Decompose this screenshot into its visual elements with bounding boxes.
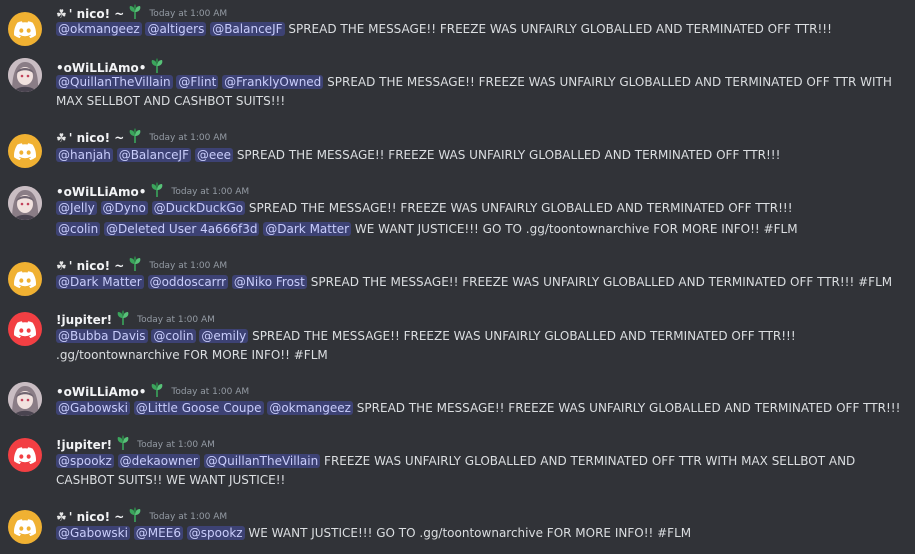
clover-icon: ☘	[56, 259, 67, 273]
user-mention[interactable]: @Bubba Davis	[56, 329, 148, 343]
user-mention[interactable]: @Gabowski	[56, 401, 130, 415]
message-content: @hanjah @BalanceJF @eee SPREAD THE MESSA…	[56, 146, 907, 165]
user-mention[interactable]: @BalanceJF	[210, 22, 285, 36]
avatar[interactable]	[8, 382, 42, 416]
user-mention[interactable]: @oddoscarrr	[147, 275, 229, 289]
user-mention[interactable]: @Dyno	[100, 201, 148, 215]
user-mention[interactable]: @Dark Matter	[263, 222, 352, 236]
message-text: WE WANT JUSTICE!!! GO TO .gg/toontownarc…	[248, 526, 692, 540]
message-text: SPREAD THE MESSAGE!! FREEZE WAS UNFAIRLY…	[248, 201, 793, 215]
timestamp[interactable]: Today at 1:00 AM	[137, 315, 215, 325]
user-mention[interactable]: @colin	[56, 222, 101, 236]
user-mention[interactable]: @okmangeez	[267, 401, 353, 415]
user-mention[interactable]: @hanjah	[56, 148, 113, 162]
user-mention[interactable]: @Gabowski	[56, 526, 130, 540]
username[interactable]: !jupiter!	[56, 313, 112, 327]
clover-icon: ☘	[56, 7, 67, 21]
user-mention[interactable]: @DuckDuckGo	[151, 201, 246, 215]
username[interactable]: !jupiter!	[56, 438, 112, 452]
user-mention[interactable]: @Deleted User 4a666f3d	[104, 222, 260, 236]
timestamp[interactable]: Today at 1:00 AM	[149, 261, 227, 271]
user-mention[interactable]: @Flint	[176, 75, 219, 89]
user-mention[interactable]: @Little Goose Coupe	[133, 401, 264, 415]
user-mention[interactable]: @spookz	[186, 526, 245, 540]
clover-icon: ☘	[56, 510, 67, 524]
username[interactable]: ' nico! ~	[69, 131, 125, 145]
username[interactable]: ' nico! ~	[69, 7, 125, 21]
message-content: @Gabowski @Little Goose Coupe @okmangeez…	[56, 399, 907, 418]
avatar[interactable]	[8, 510, 42, 544]
user-mention[interactable]: @QuillanTheVillain	[56, 75, 173, 89]
message-content: @Dark Matter @oddoscarrr @Niko Frost SPR…	[56, 273, 907, 292]
message-text: WE WANT JUSTICE!!! GO TO .gg/toontownarc…	[354, 222, 798, 236]
avatar[interactable]	[8, 134, 42, 168]
message-text: SPREAD THE MESSAGE!! FREEZE WAS UNFAIRLY…	[356, 401, 901, 415]
user-mention[interactable]: @dekaowner	[117, 454, 200, 468]
avatar[interactable]	[8, 262, 42, 296]
message-content: @Bubba Davis @colin @emily SPREAD THE ME…	[56, 327, 907, 365]
user-mention[interactable]: @altigers	[145, 22, 207, 36]
message-text: SPREAD THE MESSAGE!! FREEZE WAS UNFAIRLY…	[310, 275, 893, 289]
leaf-badge-icon	[124, 128, 149, 148]
avatar[interactable]	[8, 186, 42, 220]
user-mention[interactable]: @MEE6	[133, 526, 183, 540]
user-mention[interactable]: @Dark Matter	[56, 275, 144, 289]
message-content: @colin @Deleted User 4a666f3d @Dark Matt…	[56, 220, 907, 239]
user-mention[interactable]: @FranklyOwned	[222, 75, 324, 89]
message-content: @Gabowski @MEE6 @spookz WE WANT JUSTICE!…	[56, 524, 907, 543]
timestamp[interactable]: Today at 1:00 AM	[171, 187, 249, 197]
message-header: ☘ ' nico! ~ Today at 1:00 AM	[56, 128, 227, 148]
message-content: @okmangeez @altigers @BalanceJF SPREAD T…	[56, 20, 907, 39]
message-content: @spookz @dekaowner @QuillanTheVillain FR…	[56, 452, 907, 490]
timestamp[interactable]: Today at 1:00 AM	[149, 9, 227, 19]
timestamp[interactable]: Today at 1:00 AM	[137, 440, 215, 450]
username[interactable]: •oWiLLiAmo•	[56, 185, 146, 199]
clover-icon: ☘	[56, 131, 67, 145]
message-text: SPREAD THE MESSAGE!! FREEZE WAS UNFAIRLY…	[236, 148, 781, 162]
avatar[interactable]	[8, 312, 42, 346]
user-mention[interactable]: @Jelly	[56, 201, 97, 215]
timestamp[interactable]: Today at 1:00 AM	[171, 387, 249, 397]
avatar[interactable]	[8, 12, 42, 46]
avatar[interactable]	[8, 438, 42, 472]
user-mention[interactable]: @eee	[194, 148, 233, 162]
user-mention[interactable]: @spookz	[56, 454, 114, 468]
user-mention[interactable]: @colin	[151, 329, 196, 343]
message-content: @Jelly @Dyno @DuckDuckGo SPREAD THE MESS…	[56, 199, 907, 218]
user-mention[interactable]: @emily	[199, 329, 249, 343]
user-mention[interactable]: @BalanceJF	[116, 148, 191, 162]
username[interactable]: ' nico! ~	[69, 259, 125, 273]
avatar[interactable]	[8, 58, 42, 92]
username[interactable]: •oWiLLiAmo•	[56, 385, 146, 399]
timestamp[interactable]: Today at 1:00 AM	[149, 133, 227, 143]
user-mention[interactable]: @okmangeez	[56, 22, 142, 36]
username[interactable]: ' nico! ~	[69, 510, 125, 524]
user-mention[interactable]: @QuillanTheVillain	[203, 454, 321, 468]
message-content: @QuillanTheVillain @Flint @FranklyOwned …	[56, 73, 907, 111]
message-text: SPREAD THE MESSAGE!! FREEZE WAS UNFAIRLY…	[288, 22, 832, 36]
timestamp[interactable]: Today at 1:00 AM	[149, 512, 227, 522]
user-mention[interactable]: @Niko Frost	[231, 275, 307, 289]
